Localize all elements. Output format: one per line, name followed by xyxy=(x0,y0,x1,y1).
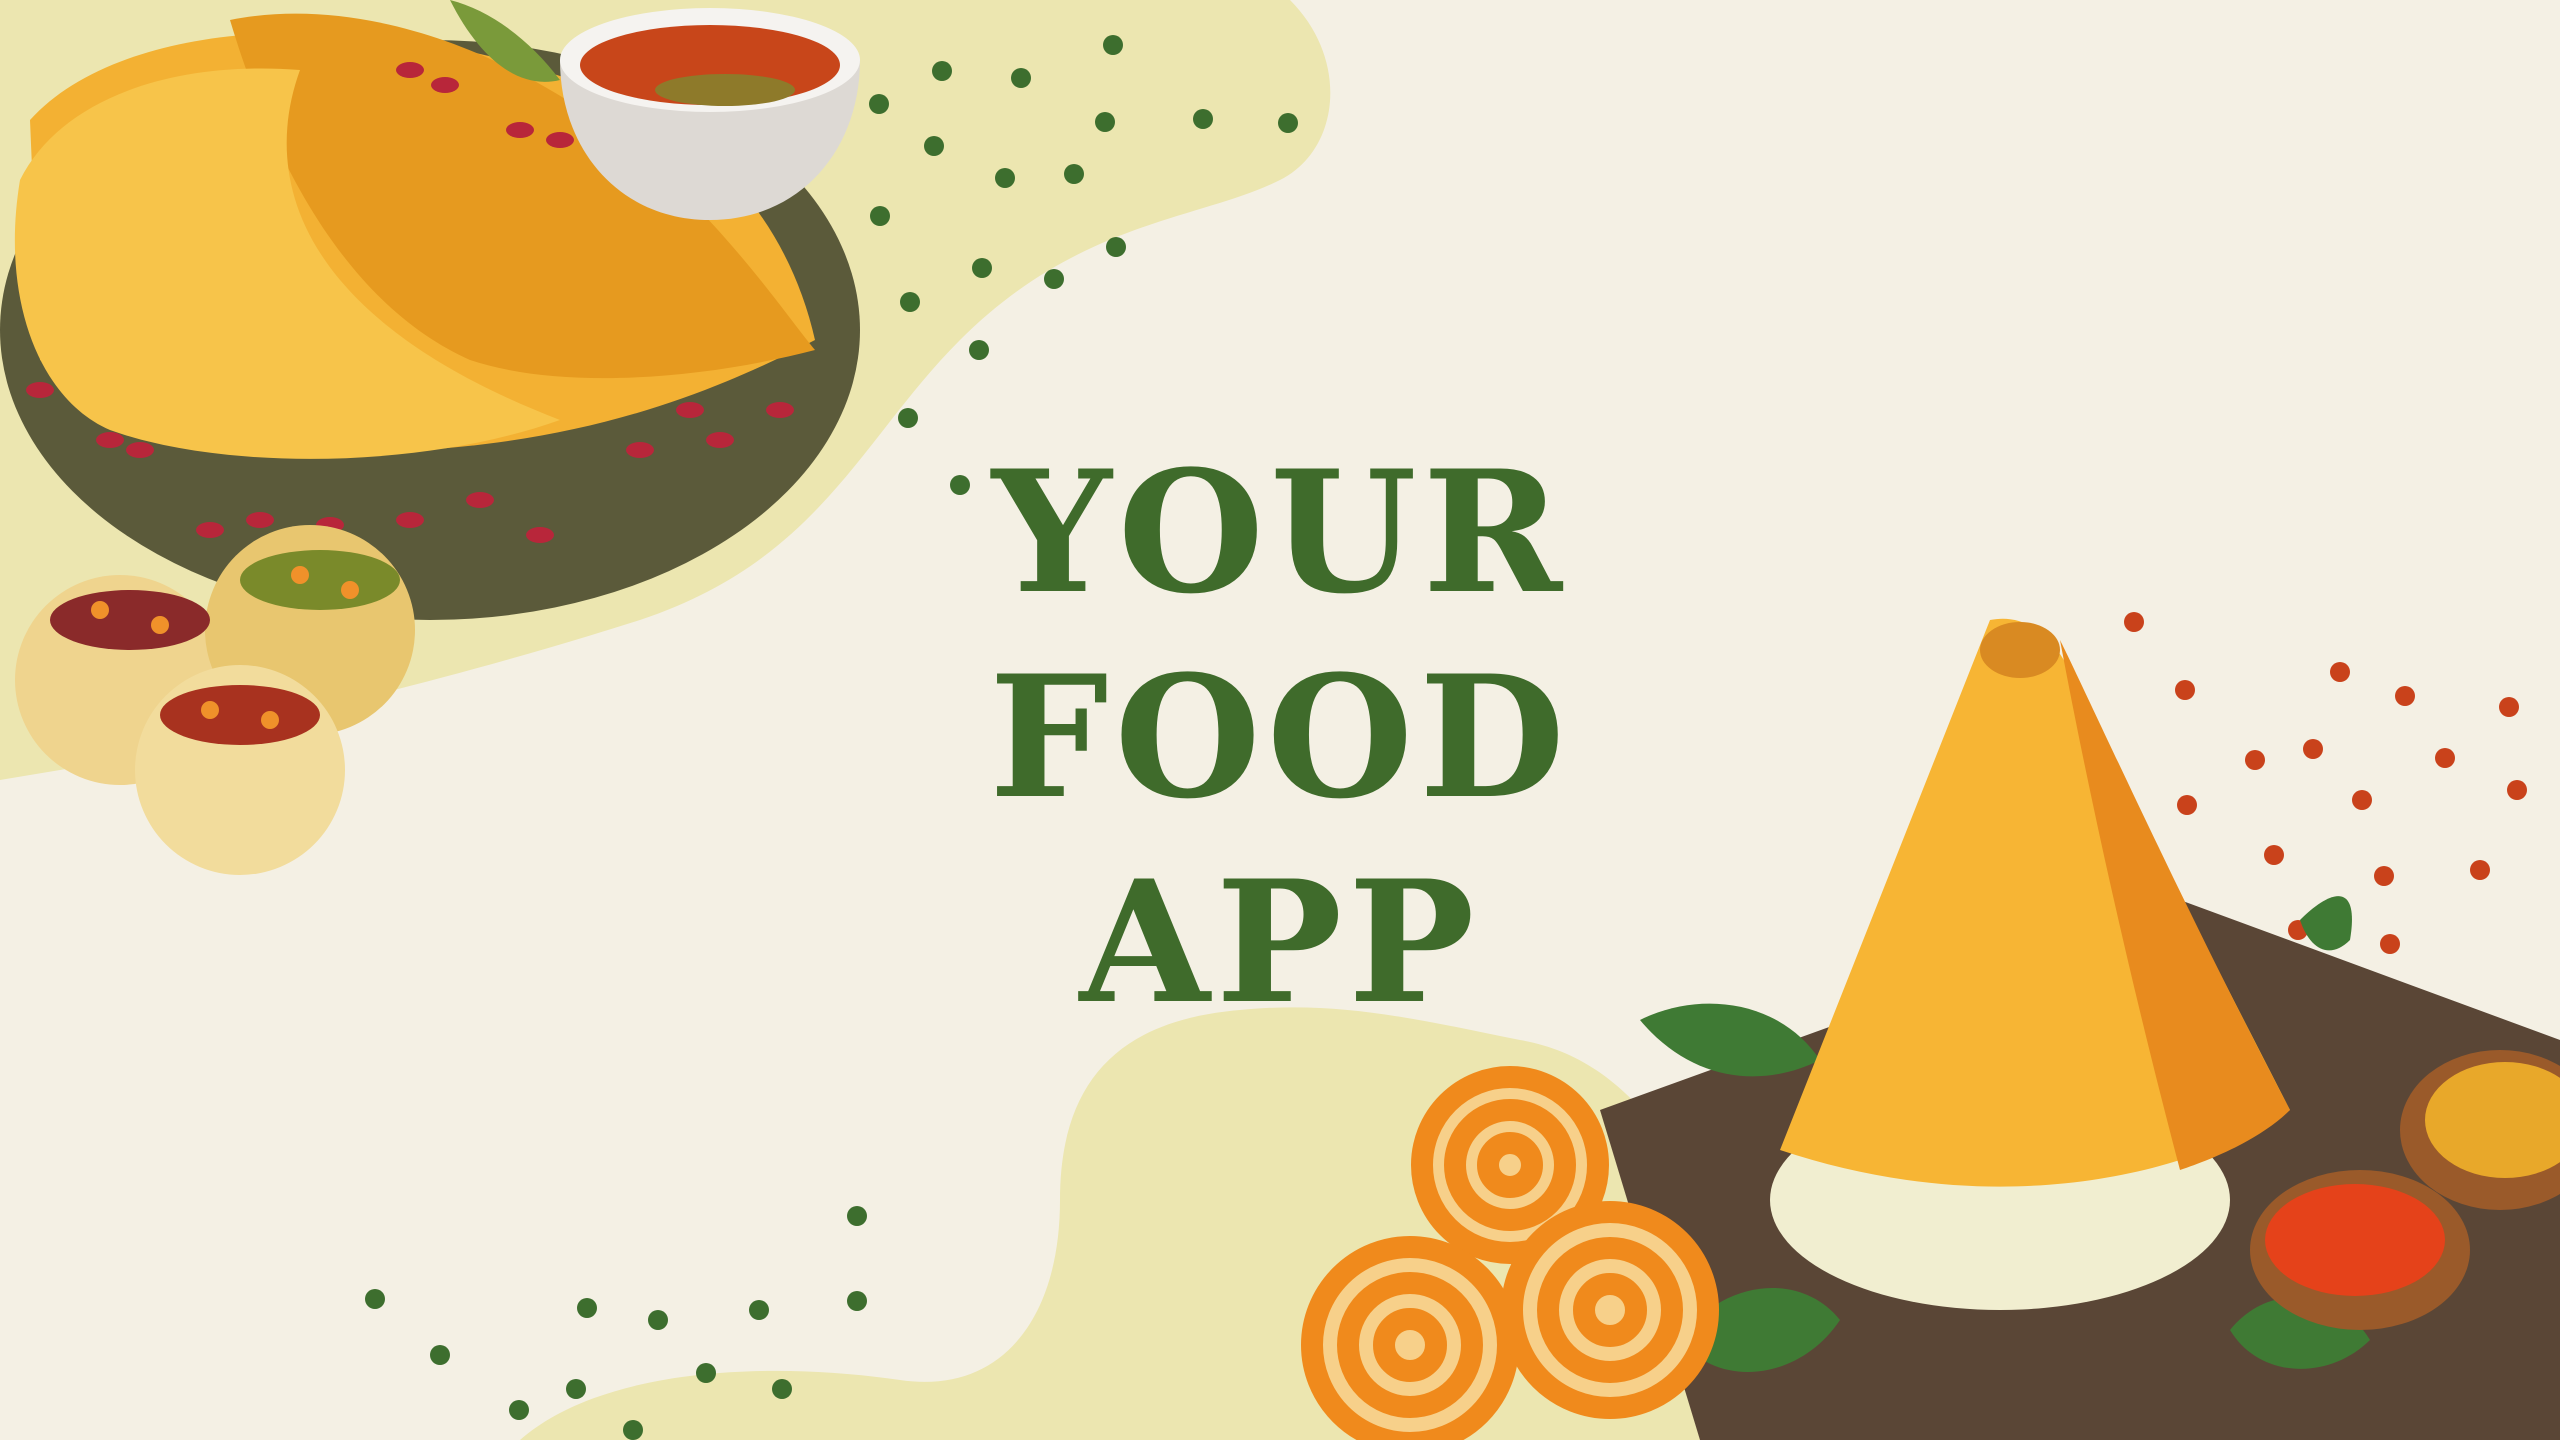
masala-dosa-cone-illustration xyxy=(1780,618,2290,1187)
title-line-2: FOOD xyxy=(989,638,1571,836)
title-line-1: YOUR xyxy=(991,433,1569,631)
app-title: YOUR FOOD APP xyxy=(900,430,1660,1045)
title-line-3: APP xyxy=(1079,843,1481,1041)
